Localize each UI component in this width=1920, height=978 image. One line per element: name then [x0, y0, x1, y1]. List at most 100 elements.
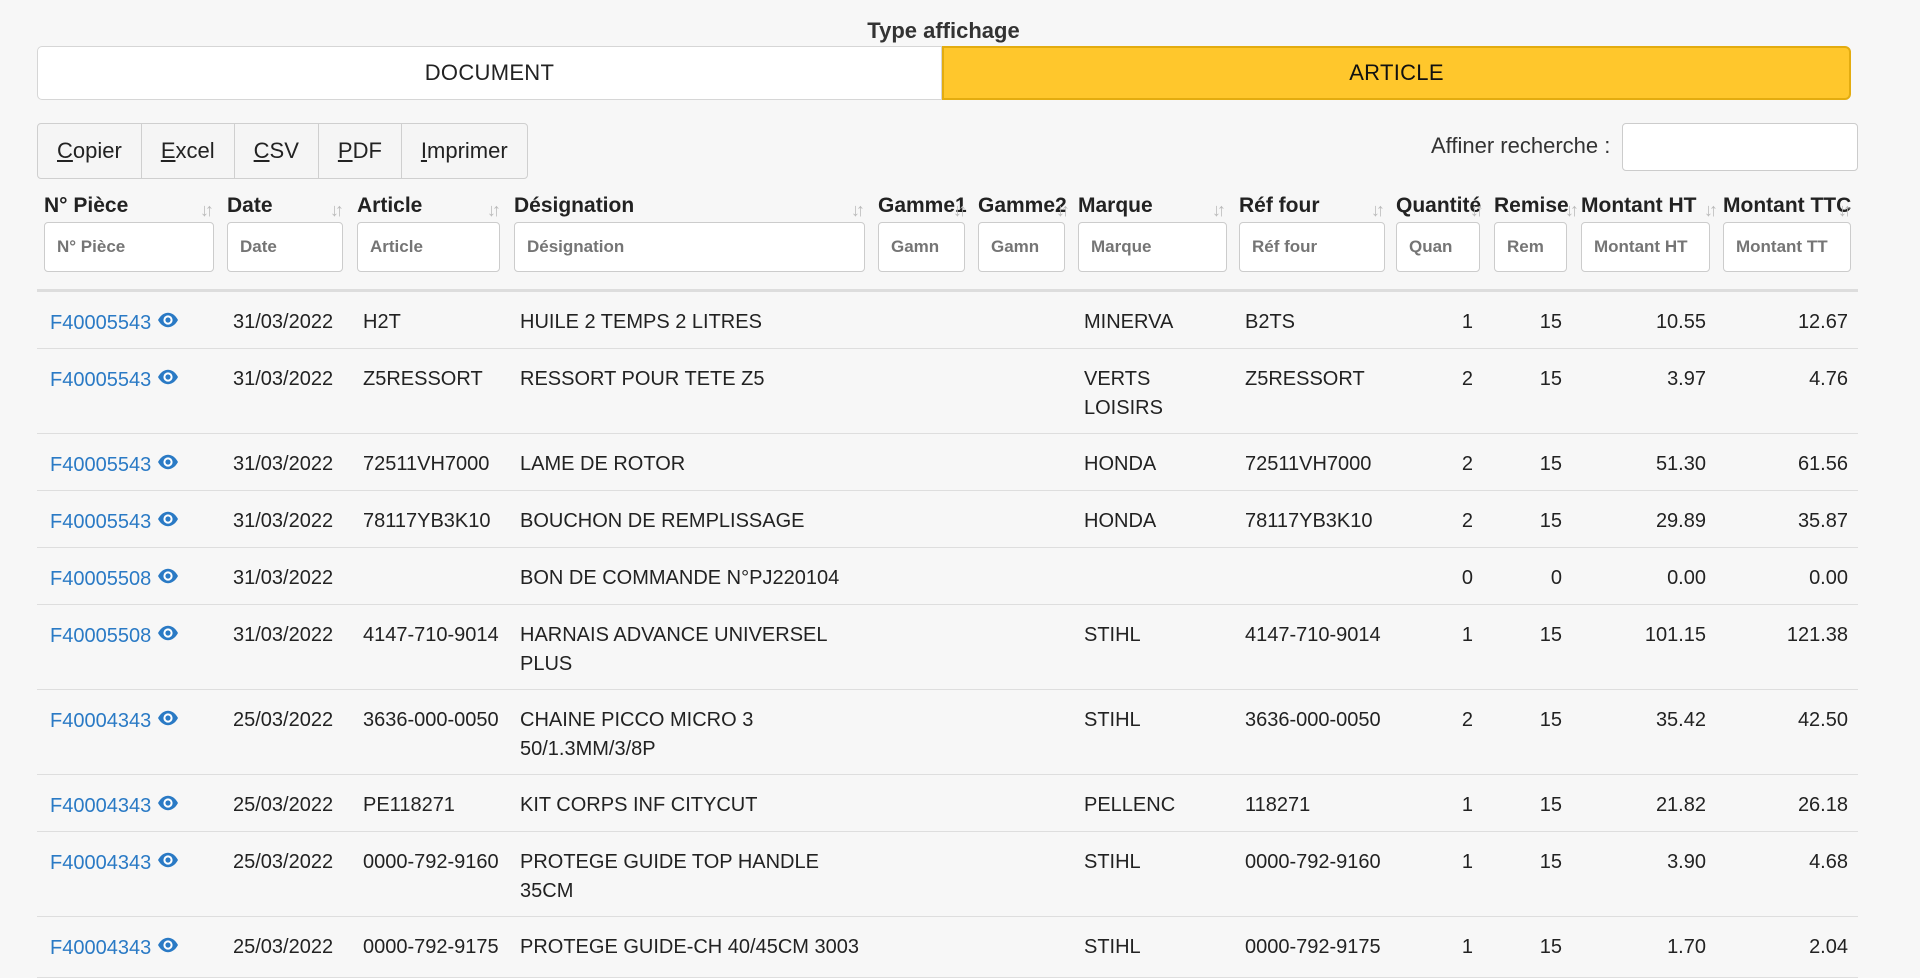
csv-button[interactable]: C SV	[235, 124, 319, 178]
eye-icon[interactable]	[157, 365, 179, 394]
excel-button[interactable]: Excel	[142, 124, 235, 178]
filter-input-remise[interactable]	[1494, 222, 1567, 272]
column-header-remise[interactable]: Remise	[1494, 194, 1569, 218]
eye-icon[interactable]	[157, 450, 179, 479]
cell-qte: 2	[1461, 510, 1473, 532]
table-row[interactable]: F40005543 31/03/2022 72511VH7000 LAME DE RO…	[37, 434, 1858, 491]
cell-ref: Z5RESSORT	[1245, 368, 1365, 390]
table-row[interactable]: F40004343 25/03/2022 0000-792-9160 PROTEGE …	[37, 832, 1858, 917]
sort-icon[interactable]: ↓↑	[1371, 200, 1385, 221]
column-header-article[interactable]: Article	[357, 194, 422, 218]
cell-marque: STIHL	[1084, 851, 1141, 873]
filter-input-gamme2[interactable]	[978, 222, 1065, 272]
document-view-button[interactable]: DOCUMENT	[37, 46, 942, 100]
cell-qte: 2	[1461, 453, 1473, 475]
column-header-quantite[interactable]: Quantité	[1396, 194, 1481, 218]
eye-icon[interactable]	[157, 564, 179, 593]
filter-input-date[interactable]	[227, 222, 343, 272]
sort-icon[interactable]: ↓↑	[200, 200, 214, 221]
filter-input-gamme1[interactable]	[878, 222, 965, 272]
table-row[interactable]: F40005543 31/03/2022 Z5RESSORT RESSORT POUR…	[37, 349, 1858, 434]
column-header-ref-four[interactable]: Réf four	[1239, 194, 1320, 218]
table-row[interactable]: F40005543 31/03/2022 H2T HUILE 2 TEMPS 2 LI…	[37, 292, 1858, 349]
sort-icon[interactable]: ↓↑	[1212, 200, 1226, 221]
eye-icon[interactable]	[157, 706, 179, 735]
sort-icon[interactable]: ↓↑	[1838, 200, 1852, 221]
sort-icon[interactable]: ↓↑	[1565, 200, 1579, 221]
piece-link[interactable]: F40004343	[50, 848, 179, 878]
sort-icon[interactable]: ↓↑	[953, 200, 967, 221]
filter-input-n-piece[interactable]	[44, 222, 214, 272]
cell-remise: 15	[1539, 709, 1562, 731]
cell-designation: BON DE COMMANDE N°PJ220104	[520, 567, 840, 589]
copy-button[interactable]: Copier	[38, 124, 142, 178]
cell-qte: 1	[1461, 311, 1473, 333]
sort-icon[interactable]: ↓↑	[487, 200, 501, 221]
piece-link[interactable]: F40005543	[50, 507, 179, 537]
sort-icon[interactable]: ↓↑	[1704, 200, 1718, 221]
column-header-montant-ht[interactable]: Montant HT	[1581, 194, 1696, 218]
cell-ht: 51.30	[1655, 453, 1706, 475]
table-header: N° Pièce↓↑Date↓↑Article↓↑Désignation↓↑Ga…	[0, 192, 1920, 282]
print-button[interactable]: Imprimer	[402, 124, 527, 178]
filter-input-marque[interactable]	[1078, 222, 1227, 272]
cell-ttc: 35.87	[1797, 510, 1848, 532]
cell-remise: 15	[1539, 851, 1562, 873]
cell-marque: STIHL	[1084, 936, 1141, 958]
cell-ttc: 2.04	[1809, 936, 1848, 958]
cell-remise: 0	[1550, 567, 1562, 589]
filter-input-quantite[interactable]	[1396, 222, 1480, 272]
piece-link[interactable]: F40004343	[50, 933, 179, 963]
pdf-button[interactable]: P DF	[319, 124, 402, 178]
filter-input-ref-four[interactable]	[1239, 222, 1385, 272]
cell-remise: 15	[1539, 311, 1562, 333]
eye-icon[interactable]	[157, 621, 179, 650]
cell-marque: HONDA	[1084, 453, 1157, 475]
sort-icon[interactable]: ↓↑	[1056, 200, 1070, 221]
column-header-gamme2[interactable]: Gamme2	[978, 194, 1067, 218]
cell-date: 31/03/2022	[233, 624, 334, 646]
article-view-button[interactable]: ARTICLE	[942, 46, 1851, 100]
piece-link[interactable]: F40004343	[50, 791, 179, 821]
piece-link[interactable]: F40005543	[50, 308, 179, 338]
filter-input-montant-ttc[interactable]	[1723, 222, 1851, 272]
cell-date: 25/03/2022	[233, 936, 334, 958]
search-input[interactable]	[1622, 123, 1858, 171]
eye-icon[interactable]	[157, 308, 179, 337]
piece-link[interactable]: F40005543	[50, 365, 179, 395]
table-row[interactable]: F40004343 25/03/2022 3636-000-0050 CHAINE P…	[37, 690, 1858, 775]
filter-input-designation[interactable]	[514, 222, 865, 272]
cell-date: 31/03/2022	[233, 368, 334, 390]
piece-link[interactable]: F40004343	[50, 706, 179, 736]
column-header-marque[interactable]: Marque	[1078, 194, 1153, 218]
table-row[interactable]: F40005543 31/03/2022 78117YB3K10 BOUCHON DE…	[37, 491, 1858, 548]
filter-input-montant-ht[interactable]	[1581, 222, 1710, 272]
cell-marque: PELLENC	[1084, 794, 1176, 816]
column-header-n-piece[interactable]: N° Pièce	[44, 194, 128, 218]
eye-icon[interactable]	[157, 933, 179, 962]
column-header-date[interactable]: Date	[227, 194, 273, 218]
cell-remise: 15	[1539, 368, 1562, 390]
cell-marque: STIHL	[1084, 624, 1141, 646]
sort-icon[interactable]: ↓↑	[330, 200, 344, 221]
cell-remise: 15	[1539, 624, 1562, 646]
eye-icon[interactable]	[157, 848, 179, 877]
column-header-montant-ttc[interactable]: Montant TTC	[1723, 194, 1851, 218]
table-row[interactable]: F40004343 25/03/2022 PE118271 KIT CORPS INF…	[37, 775, 1858, 832]
eye-icon[interactable]	[157, 507, 179, 536]
table-row[interactable]: F40004343 25/03/2022 0000-792-9175 PROTEGE …	[37, 917, 1858, 978]
sort-icon[interactable]: ↓↑	[1470, 200, 1484, 221]
piece-link[interactable]: F40005508	[50, 564, 179, 594]
cell-article: 78117YB3K10	[363, 510, 491, 532]
sort-icon[interactable]: ↓↑	[851, 200, 865, 221]
view-type-title: Type affichage	[867, 18, 1020, 43]
filter-input-article[interactable]	[357, 222, 500, 272]
table-row[interactable]: F40005508 31/03/2022 4147-710-9014 HARNAIS …	[37, 605, 1858, 690]
piece-link[interactable]: F40005508	[50, 621, 179, 651]
table-row[interactable]: F40005508 31/03/2022 BON DE COMMANDE N°PJ2…	[37, 548, 1858, 605]
column-header-designation[interactable]: Désignation	[514, 194, 634, 218]
piece-link[interactable]: F40005543	[50, 450, 179, 480]
cell-article: 0000-792-9175	[363, 936, 499, 958]
eye-icon[interactable]	[157, 791, 179, 820]
cell-qte: 1	[1461, 794, 1473, 816]
